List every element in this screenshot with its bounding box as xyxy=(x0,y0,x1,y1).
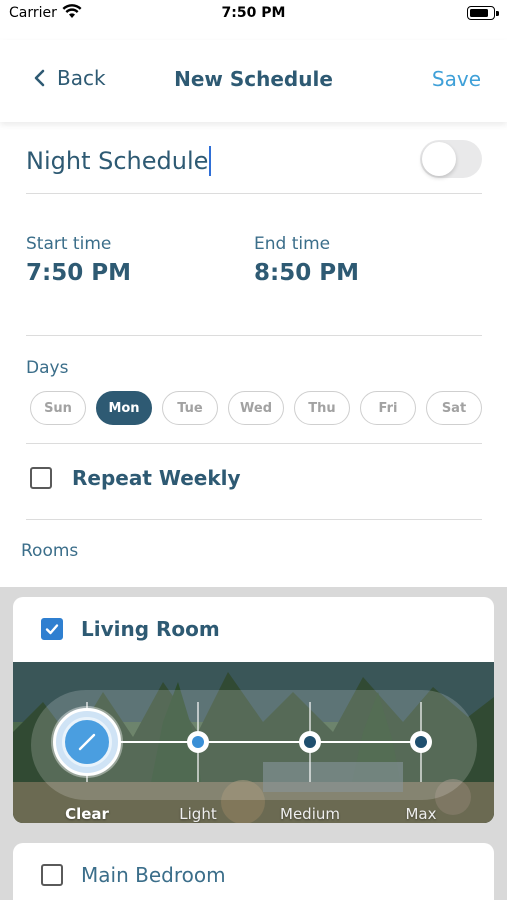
level-label-max: Max xyxy=(405,805,437,823)
schedule-enabled-toggle[interactable] xyxy=(420,140,482,178)
divider xyxy=(26,519,482,520)
room-card-main-bedroom: Main Bedroom xyxy=(13,843,494,900)
repeat-weekly-checkbox[interactable] xyxy=(30,467,52,489)
schedule-name-row: Night Schedule xyxy=(26,140,482,194)
battery-fill xyxy=(470,9,488,17)
room-card-living-room: Living Room Clear Light Medium Max xyxy=(13,597,494,823)
schedule-name-value: Night Schedule xyxy=(26,147,209,175)
divider xyxy=(26,443,482,444)
room-scene-image: Clear Light Medium Max xyxy=(13,662,494,823)
start-time-block[interactable]: Start time 7:50 PM xyxy=(26,234,131,286)
living-room-checkbox[interactable] xyxy=(41,618,63,640)
repeat-weekly-label: Repeat Weekly xyxy=(72,466,241,490)
battery-icon xyxy=(467,6,499,20)
navigation-bar: Back New Schedule Save xyxy=(0,40,507,122)
level-label-clear: Clear xyxy=(65,805,109,823)
back-label: Back xyxy=(57,66,106,90)
day-chip-sun[interactable]: Sun xyxy=(30,391,86,425)
intensity-dial-clear[interactable] xyxy=(53,708,121,776)
rooms-list: Living Room Clear Light Medium Max Main … xyxy=(0,587,507,900)
day-selector: Sun Mon Tue Wed Thu Fri Sat xyxy=(30,391,482,425)
end-time-value[interactable]: 8:50 PM xyxy=(254,260,359,286)
room-name: Main Bedroom xyxy=(81,863,226,887)
day-chip-wed[interactable]: Wed xyxy=(228,391,284,425)
status-bar: Carrier 7:50 PM xyxy=(0,0,507,30)
start-time-label: Start time xyxy=(26,234,112,254)
room-select-living-room[interactable]: Living Room xyxy=(41,617,220,641)
repeat-weekly-option[interactable]: Repeat Weekly xyxy=(30,466,241,490)
room-select-main-bedroom[interactable]: Main Bedroom xyxy=(41,863,226,887)
checkmark-icon xyxy=(45,624,59,635)
level-label-light: Light xyxy=(179,805,217,823)
day-chip-mon[interactable]: Mon xyxy=(96,391,152,425)
save-button[interactable]: Save xyxy=(432,67,481,91)
days-label: Days xyxy=(26,358,69,378)
divider xyxy=(26,335,482,336)
end-time-label: End time xyxy=(254,234,331,254)
day-chip-tue[interactable]: Tue xyxy=(162,391,218,425)
back-button[interactable]: Back xyxy=(34,66,106,90)
room-name: Living Room xyxy=(81,617,220,641)
intensity-stop-medium[interactable] xyxy=(299,731,321,753)
toggle-knob xyxy=(422,142,456,176)
rooms-label: Rooms xyxy=(21,541,79,561)
day-chip-fri[interactable]: Fri xyxy=(360,391,416,425)
day-chip-sat[interactable]: Sat xyxy=(426,391,482,425)
intensity-stop-light[interactable] xyxy=(187,731,209,753)
start-time-value[interactable]: 7:50 PM xyxy=(26,260,131,286)
text-caret xyxy=(209,146,212,176)
level-label-medium: Medium xyxy=(280,805,340,823)
main-bedroom-checkbox[interactable] xyxy=(41,864,63,886)
intensity-stop-max[interactable] xyxy=(410,731,432,753)
chevron-left-icon xyxy=(34,69,45,87)
day-chip-thu[interactable]: Thu xyxy=(294,391,350,425)
end-time-block[interactable]: End time 8:50 PM xyxy=(254,234,359,286)
schedule-name-field[interactable]: Night Schedule xyxy=(26,146,212,176)
status-time: 7:50 PM xyxy=(221,5,286,21)
slash-icon xyxy=(78,733,96,751)
